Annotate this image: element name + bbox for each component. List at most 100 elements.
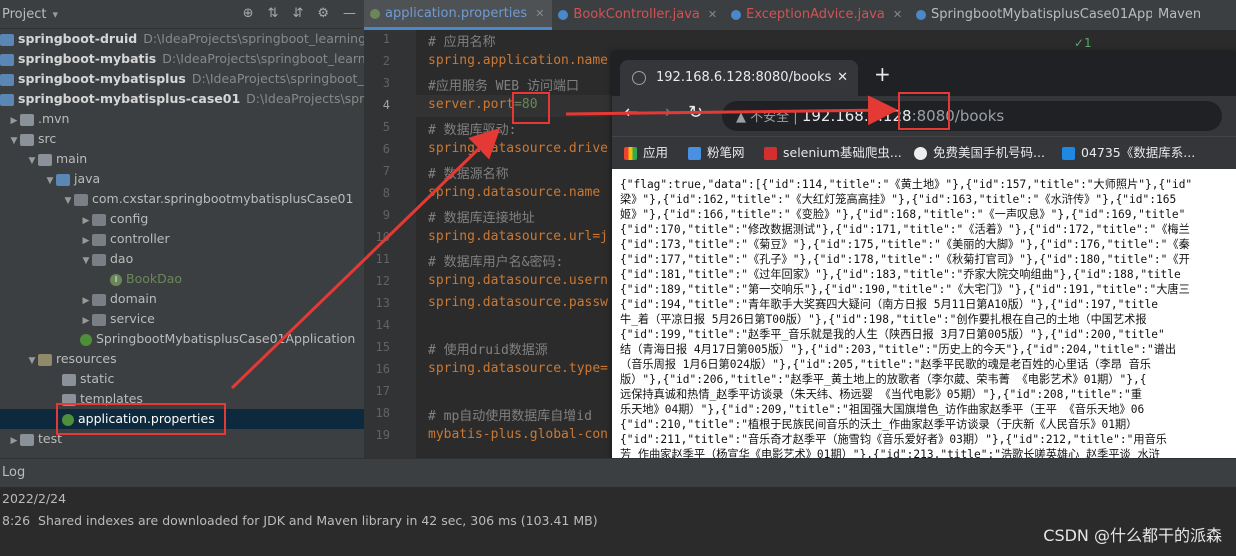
code-line[interactable]: spring.datasource.type= <box>428 361 608 376</box>
chevron-right-icon: ▶ <box>82 236 90 246</box>
line-number: 3 <box>382 76 390 90</box>
code-line[interactable]: # 数据源名称 <box>428 163 509 182</box>
code-line[interactable]: # 数据库驱动: <box>428 119 516 138</box>
code-line[interactable]: # 应用名称 <box>428 31 496 50</box>
bookmark-selenium[interactable]: selenium基础爬虫... <box>764 137 902 169</box>
json-line: {"id":210,"title":"植根于民族民间音乐的沃土_作曲家赵季平访谈… <box>620 418 1138 431</box>
tree-item-service[interactable]: ▶ service <box>80 309 155 329</box>
tree-item-java[interactable]: ▼ java <box>44 169 101 189</box>
json-line: 乐天地》04期）"},{"id":209,"title":"祖国强大国旗增色_访… <box>620 403 1145 416</box>
property-key: spring.datasource.usern <box>428 273 609 288</box>
fenbi-icon <box>688 147 701 160</box>
tree-item-dao[interactable]: ▼ dao <box>80 249 134 269</box>
tree-item-application-class[interactable]: SpringbootMybatisplusCase01Application <box>80 329 355 349</box>
close-icon[interactable]: ✕ <box>893 0 902 30</box>
browser-tab[interactable]: 192.168.6.128:8080/books ✕ <box>620 60 858 96</box>
highlight-box-application-properties <box>56 403 226 435</box>
property-key: spring.datasource.drive <box>428 141 609 156</box>
chevron-down-icon: ▼ <box>28 356 36 366</box>
json-line: {"id":177,"title":"《孔子》"},{"id":178,"tit… <box>620 253 1190 266</box>
close-icon[interactable]: ✕ <box>837 60 848 96</box>
apps-grid-icon <box>624 147 637 160</box>
bookmark-database[interactable]: 04735《数据库系... <box>1062 137 1195 169</box>
inspection-ok-icon[interactable]: ✓1 <box>1074 36 1092 50</box>
module-row[interactable]: springboot-druid D:\IdeaProjects\springbo… <box>0 29 364 49</box>
spring-boot-icon <box>80 333 92 346</box>
tab-application-properties[interactable]: application.properties ✕ <box>364 0 553 30</box>
class-icon <box>558 10 569 20</box>
tree-item-config[interactable]: ▶ config <box>80 209 149 229</box>
line-number: 5 <box>382 120 390 134</box>
close-icon[interactable]: ✕ <box>708 0 717 30</box>
code-comment: #应用服务 WEB 访问端口 <box>428 79 579 94</box>
folder-icon <box>38 153 52 166</box>
browser-tab-bar: 192.168.6.128:8080/books ✕ + <box>612 52 1236 96</box>
code-line[interactable]: spring.application.name <box>428 53 608 68</box>
tree-item-bookdao[interactable]: I BookDao <box>110 269 182 289</box>
code-line[interactable]: # 数据库连接地址 <box>428 207 535 226</box>
json-line: 姬》"},{"id":166,"title":"《变脸》"},{"id":168… <box>620 208 1186 221</box>
gear-icon[interactable]: ⚙ <box>317 6 329 21</box>
module-icon <box>0 73 14 86</box>
class-icon <box>731 10 742 20</box>
reload-icon[interactable]: ↻ <box>688 102 703 123</box>
code-line[interactable]: # 数据库用户名&密码: <box>428 251 563 270</box>
line-number: 10 <box>375 230 390 244</box>
address-bar[interactable]: ▲ 不安全 | 192.168.6.128:8080/books <box>722 101 1222 131</box>
line-number: 9 <box>382 208 390 222</box>
expand-all-icon[interactable]: ⇅ <box>268 6 279 21</box>
e-icon <box>1062 147 1075 160</box>
chevron-down-icon[interactable]: ▾ <box>52 8 58 21</box>
back-icon[interactable]: ← <box>624 102 639 123</box>
hide-icon[interactable]: — <box>343 6 356 21</box>
maven-tool-window-tab[interactable]: Maven <box>1152 0 1236 30</box>
code-line[interactable]: #应用服务 WEB 访问端口 <box>428 75 579 94</box>
log-title[interactable]: Log <box>0 459 1236 487</box>
tree-item-resources[interactable]: ▼ resources <box>26 349 117 369</box>
line-number: 15 <box>375 340 390 354</box>
module-row[interactable]: springboot-mybatis D:\IdeaProjects\spring… <box>0 49 364 69</box>
tree-item-controller[interactable]: ▶ controller <box>80 229 170 249</box>
line-number: 2 <box>382 54 390 68</box>
folder-icon <box>20 113 34 126</box>
tree-item-domain[interactable]: ▶ domain <box>80 289 157 309</box>
code-line[interactable]: # mp自动使用数据库自增id <box>428 405 592 424</box>
project-title[interactable]: Project <box>2 7 46 22</box>
tree-item-test[interactable]: ▶ test <box>8 429 62 449</box>
code-line[interactable]: spring.datasource.usern <box>428 273 608 288</box>
code-line[interactable]: spring.datasource.name <box>428 185 600 200</box>
close-icon[interactable]: ✕ <box>535 0 544 29</box>
chevron-down-icon: ▼ <box>82 256 90 266</box>
locate-icon[interactable]: ⊕ <box>243 6 254 21</box>
code-line[interactable]: mybatis-plus.global-con <box>428 427 608 442</box>
tab-application-class[interactable]: SpringbootMybatisplusCase01Applic <box>910 0 1176 30</box>
bookmark-fenbi[interactable]: 粉笔网 <box>688 137 745 169</box>
forward-icon[interactable]: → <box>656 102 671 123</box>
folder-icon <box>62 373 76 386</box>
module-row[interactable]: springboot-mybatisplus-case01 D:\IdeaProj… <box>0 89 364 109</box>
log-date: 2022/2/24 <box>2 491 67 506</box>
tab-book-controller[interactable]: BookController.java ✕ <box>552 0 725 30</box>
watermark: CSDN @什么都干的派森 <box>1043 526 1222 545</box>
module-row[interactable]: springboot-mybatisplus D:\IdeaProjects\sp… <box>0 69 364 89</box>
package-icon <box>74 193 88 206</box>
bookmark-apps[interactable]: 应用 <box>624 137 668 169</box>
tab-exception-advice[interactable]: ExceptionAdvice.java ✕ <box>725 0 910 30</box>
code-line[interactable]: spring.datasource.url=j <box>428 229 608 244</box>
property-key: spring.datasource.passw <box>428 295 609 310</box>
tree-item-static[interactable]: static <box>62 369 114 389</box>
code-line[interactable]: spring.datasource.drive <box>428 141 608 156</box>
chevron-right-icon: ▶ <box>82 296 90 306</box>
tree-item-mvn[interactable]: ▶ .mvn <box>8 109 70 129</box>
tree-item-package[interactable]: ▼ com.cxstar.springbootmybatisplusCase01 <box>62 189 354 209</box>
property-key: spring.datasource.name <box>428 185 601 200</box>
bookmark-phone[interactable]: 免费美国手机号码... <box>914 137 1045 169</box>
tree-item-main[interactable]: ▼ main <box>26 149 88 169</box>
new-tab-button[interactable]: + <box>874 60 891 88</box>
property-key: mybatis-plus.global-con <box>428 427 609 442</box>
code-line[interactable]: # 使用druid数据源 <box>428 339 548 358</box>
tree-item-src[interactable]: ▼ src <box>8 129 57 149</box>
code-line[interactable]: spring.datasource.passw <box>428 295 608 310</box>
collapse-all-icon[interactable]: ⇵ <box>292 6 303 21</box>
module-icon <box>0 33 14 46</box>
